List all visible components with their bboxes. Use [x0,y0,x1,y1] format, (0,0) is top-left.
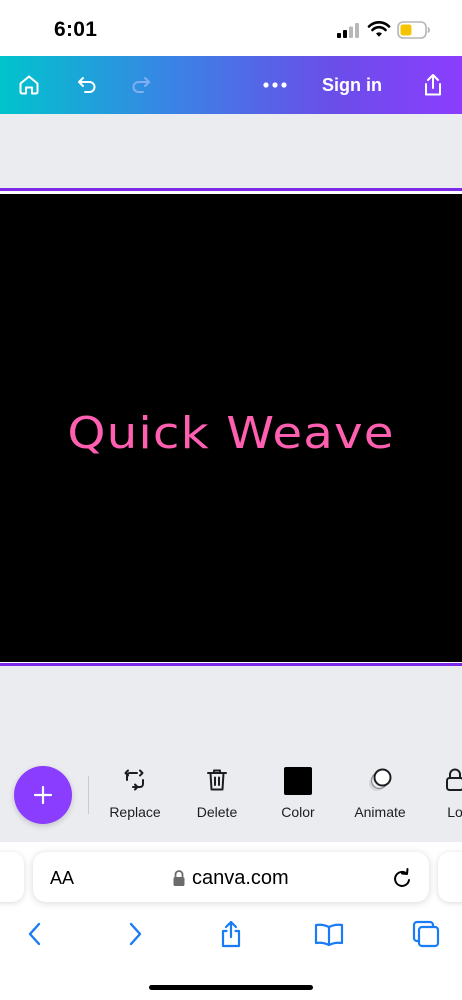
delete-button[interactable]: Delete [176,760,258,830]
share-icon[interactable] [412,56,454,114]
sign-in-button[interactable]: Sign in [322,56,382,114]
delete-label: Delete [196,804,238,820]
editor-header: Sign in [0,56,462,114]
forward-icon[interactable] [115,916,155,952]
lock-icon [421,764,462,796]
status-time: 6:01 [54,18,98,41]
color-button[interactable]: Color [257,760,339,830]
home-icon[interactable] [8,56,50,114]
home-indicator [149,985,313,990]
replace-icon [94,764,176,796]
add-element-button[interactable] [14,766,72,824]
previous-tab-preview[interactable] [0,852,24,902]
replace-label: Replace [109,804,161,820]
wifi-icon [367,20,391,43]
text-size-button[interactable]: AA [50,868,74,889]
back-icon[interactable] [15,916,55,952]
url-display[interactable]: canva.com [172,865,289,891]
plus-icon [33,785,53,805]
animate-button[interactable]: Animate [339,760,421,830]
animate-icon [339,764,421,796]
redo-icon[interactable] [120,56,162,114]
bookmarks-icon[interactable] [309,916,349,952]
url-text: canva.com [192,866,289,889]
color-swatch-icon [257,764,339,796]
undo-icon[interactable] [66,56,108,114]
design-text-element[interactable]: Quick Weave [0,408,462,459]
more-icon[interactable] [254,56,296,114]
animate-label: Animate [354,804,406,820]
toolbar-divider [88,776,89,814]
lock-label: Lo [447,804,462,820]
battery-icon [397,21,431,44]
color-label: Color [281,804,315,820]
cellular-signal-icon [336,22,362,43]
replace-button[interactable]: Replace [94,760,176,830]
trash-icon [176,764,258,796]
tabs-icon[interactable] [406,916,446,952]
reload-icon[interactable] [390,866,414,897]
lock-icon [173,870,185,886]
text-size-label: AA [50,868,75,888]
next-tab-preview[interactable] [438,852,462,902]
lock-button[interactable]: Lo [421,760,462,830]
share-sheet-icon[interactable] [211,916,251,952]
